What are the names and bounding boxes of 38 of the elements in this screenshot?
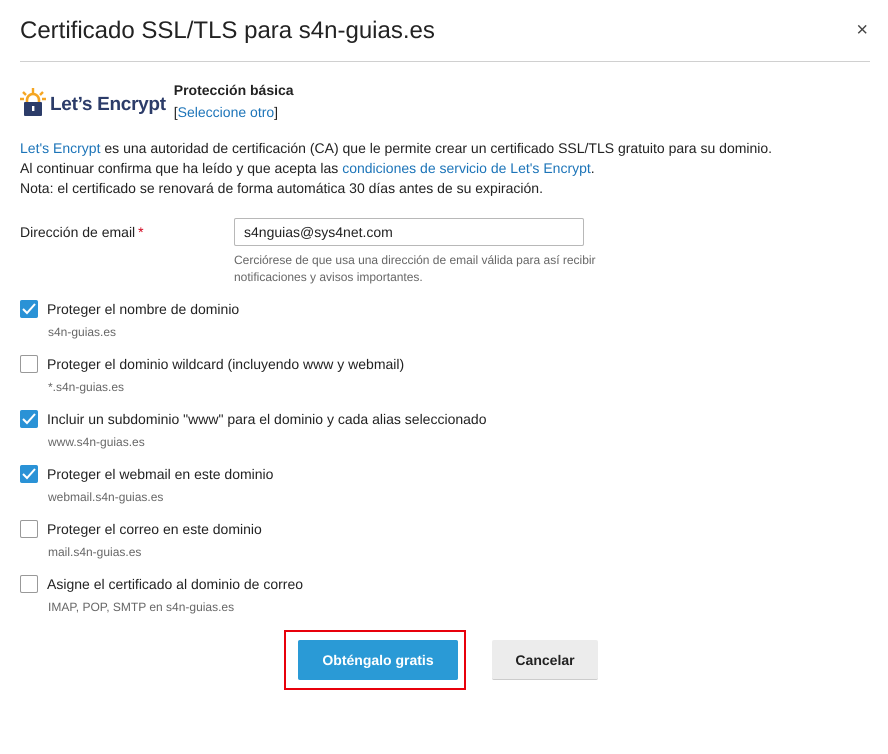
option-domain: webmail.s4n-guias.es bbox=[48, 490, 164, 504]
option-label: Asigne el certificado al dominio de correo bbox=[47, 576, 304, 592]
padlock-sun-icon bbox=[20, 88, 46, 116]
checkbox[interactable] bbox=[20, 465, 38, 483]
option-domain: www.s4n-guias.es bbox=[48, 435, 146, 449]
terms-link[interactable]: condiciones de servicio de Let's Encrypt bbox=[342, 160, 591, 176]
option-label: Proteger el nombre de dominio bbox=[47, 301, 240, 317]
required-mark: * bbox=[138, 224, 144, 240]
terms-link[interactable]: Let's Encrypt bbox=[20, 140, 100, 156]
description-text: Nota: el certificado se renovará de forma automática 30 días antes de su expiración. bbox=[20, 180, 543, 196]
checkbox[interactable] bbox=[20, 355, 38, 373]
option-domain: s4n-guias.es bbox=[48, 325, 118, 339]
get-free-button[interactable]: Obténgalo gratis bbox=[298, 640, 458, 680]
description-text: . bbox=[590, 160, 595, 176]
checkbox[interactable] bbox=[20, 410, 38, 428]
dialog-title: Certificado SSL/TLS para s4n-guias.es bbox=[20, 16, 435, 44]
option-domain: IMAP, POP, SMTP en s4n-guias.es bbox=[48, 600, 236, 614]
option-domain: *.s4n-guias.es bbox=[48, 380, 126, 394]
option-label: Proteger el correo en este dominio bbox=[47, 521, 262, 537]
email-hint: Cerciórese de que usa una dirección de email válida para así recibir notificaciones y avisos importantes. bbox=[234, 252, 597, 286]
option-label: Proteger el dominio wildcard (incluyendo www y webmail) bbox=[47, 356, 404, 372]
checkbox[interactable] bbox=[20, 300, 38, 318]
option-domain: mail.s4n-guias.es bbox=[48, 545, 142, 559]
bracket: [ bbox=[174, 104, 178, 120]
email-field[interactable]: s4nguias@sys4net.com bbox=[234, 218, 584, 246]
description-text: es una autoridad de certificación (CA) que le permite crear un certificado SSL/TLS gratuito para su dominio. bbox=[103, 140, 772, 156]
email-label: Dirección de email bbox=[20, 224, 136, 240]
select-other-link[interactable]: Seleccione otro bbox=[178, 104, 274, 120]
description-text: Al continuar confirma que ha leído y que acepta las bbox=[20, 160, 340, 176]
checkbox[interactable] bbox=[20, 520, 38, 538]
cancel-button[interactable]: Cancelar bbox=[492, 640, 598, 680]
plan-name: Protección básica bbox=[174, 82, 294, 98]
logo-text: Let’s Encrypt bbox=[50, 94, 166, 116]
option-label: Incluir un subdominio "www" para el dominio y cada alias seleccionado bbox=[47, 411, 487, 427]
option-label: Proteger el webmail en este dominio bbox=[47, 466, 274, 482]
checkbox[interactable] bbox=[20, 575, 38, 593]
close-button[interactable]: × bbox=[854, 19, 870, 42]
bracket: ] bbox=[274, 104, 278, 120]
